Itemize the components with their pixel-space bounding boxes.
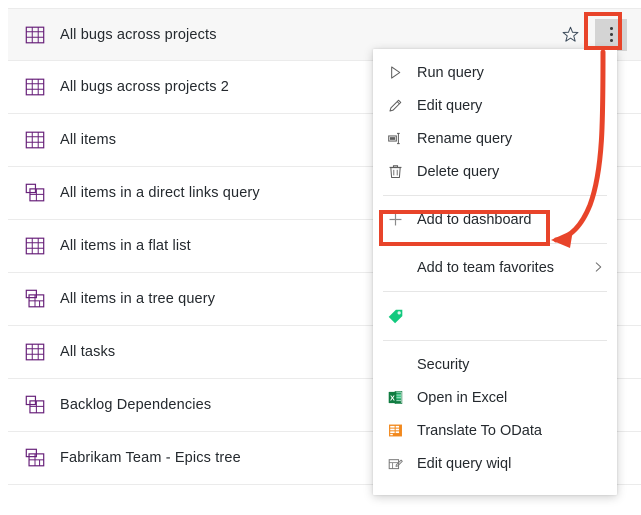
menu-item[interactable]: Rename query xyxy=(373,122,617,155)
menu-item-label: Run query xyxy=(417,64,484,81)
menu-item-label: Delete query xyxy=(417,163,500,180)
query-list-row-label: All items in a flat list xyxy=(60,238,191,254)
green-tag-icon xyxy=(386,307,404,325)
menu-item-label: Edit query xyxy=(417,97,483,114)
flat-query-icon xyxy=(24,341,46,363)
direct-links-query-icon xyxy=(24,394,46,416)
menu-item[interactable]: Edit query wiql xyxy=(373,447,617,480)
plus-icon xyxy=(386,211,404,229)
menu-separator xyxy=(383,243,607,244)
query-list-row-label: Backlog Dependencies xyxy=(60,397,212,413)
menu-item-label: Rename query xyxy=(417,130,513,147)
direct-links-query-icon xyxy=(24,182,46,204)
play-triangle-icon xyxy=(386,64,404,82)
tree-query-icon xyxy=(24,447,46,469)
menu-item[interactable]: Security xyxy=(373,348,617,381)
query-list-row-label: All items in a direct links query xyxy=(60,185,260,201)
query-list-row-label: All items xyxy=(60,132,117,148)
flat-query-icon xyxy=(24,129,46,151)
flat-query-icon xyxy=(24,24,46,46)
menu-item[interactable]: Delete query xyxy=(373,155,617,188)
menu-item[interactable]: Add to team favorites xyxy=(373,251,617,284)
edit-wiql-icon xyxy=(386,455,404,473)
chevron-right-icon xyxy=(594,261,603,275)
flat-query-icon xyxy=(24,235,46,257)
query-list-row-label: All bugs across projects 2 xyxy=(60,79,229,95)
flat-query-icon xyxy=(24,76,46,98)
menu-item[interactable]: Translate To OData xyxy=(373,414,617,447)
menu-item[interactable]: X Open in Excel xyxy=(373,381,617,414)
tree-query-icon xyxy=(24,288,46,310)
query-context-menu: Run query Edit query Rename query Delete qu… xyxy=(373,49,617,495)
query-list-row-label: Fabrikam Team - Epics tree xyxy=(60,450,241,466)
menu-item-tag[interactable] xyxy=(373,299,617,333)
query-list-row-label: All tasks xyxy=(60,344,116,360)
menu-item-label: Add to team favorites xyxy=(417,259,555,276)
excel-icon: X xyxy=(386,389,404,407)
star-outline-icon[interactable] xyxy=(555,20,585,50)
menu-item-label: Open in Excel xyxy=(417,389,508,406)
more-vertical-ellipsis-icon[interactable] xyxy=(595,18,627,51)
pencil-icon xyxy=(386,97,404,115)
query-list-row-actions xyxy=(555,18,641,51)
svg-text:X: X xyxy=(390,393,395,402)
menu-item[interactable]: Edit query xyxy=(373,89,617,122)
menu-item-label: Translate To OData xyxy=(417,422,542,439)
rename-icon xyxy=(386,130,404,148)
menu-separator xyxy=(383,291,607,292)
odata-icon xyxy=(386,422,404,440)
menu-separator xyxy=(383,195,607,196)
menu-item-label: Add to dashboard xyxy=(417,211,532,228)
menu-item[interactable]: Add to dashboard xyxy=(373,203,617,236)
query-list-row-label: All bugs across projects xyxy=(60,26,217,43)
menu-item-label: Edit query wiql xyxy=(417,455,512,472)
menu-separator xyxy=(383,340,607,341)
trash-icon xyxy=(386,163,404,181)
menu-item[interactable]: Run query xyxy=(373,56,617,89)
query-list-row-label: All items in a tree query xyxy=(60,291,216,307)
menu-item-label: Security xyxy=(417,356,470,373)
